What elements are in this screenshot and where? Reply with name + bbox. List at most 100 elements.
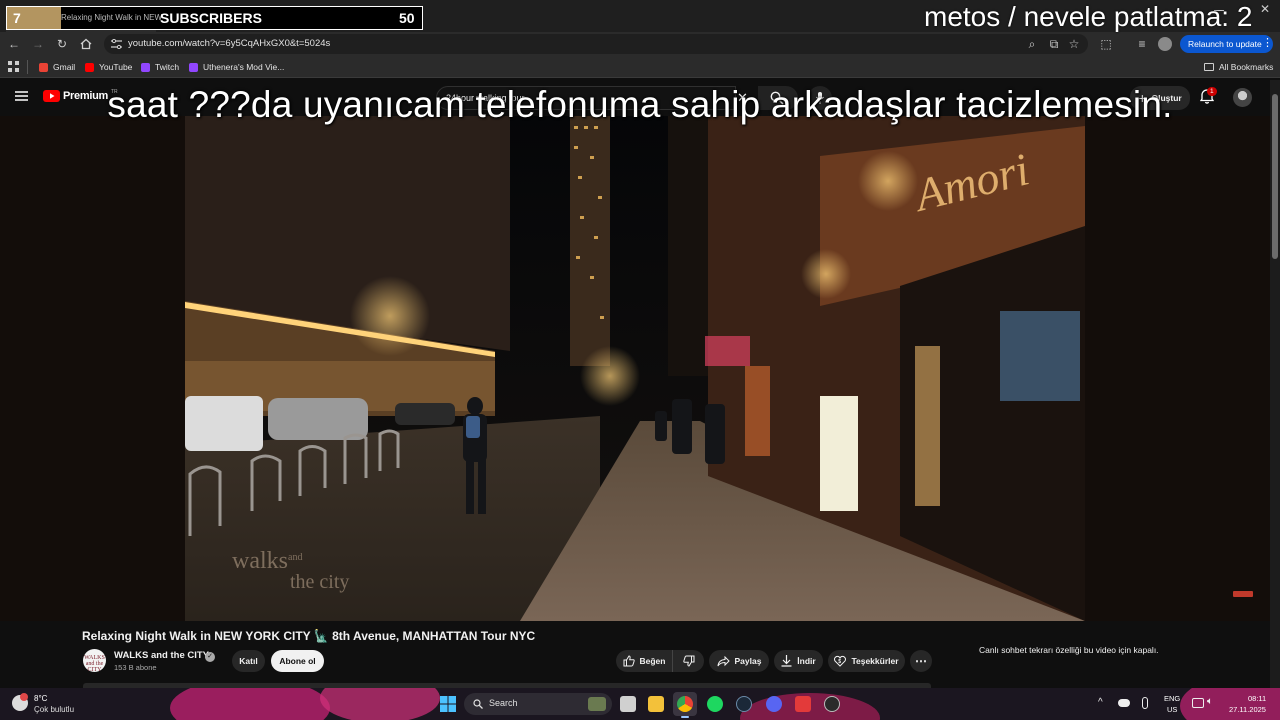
windows-start-icon[interactable] [440, 696, 456, 712]
media-controls-icon[interactable]: ≡ [1134, 36, 1150, 52]
extensions-icon[interactable]: ⬚ [1098, 36, 1114, 52]
like-label: Beğen [639, 656, 666, 666]
weather-alert-badge [20, 693, 28, 701]
onedrive-icon[interactable] [1118, 699, 1130, 707]
stream-overlay-message: saat ???da uyanıcam telefonuma sahip ark… [107, 84, 1173, 125]
search-label: Search [489, 698, 518, 708]
forward-icon[interactable]: → [30, 36, 46, 52]
bookmark-twitch[interactable]: Twitch [141, 60, 179, 74]
home-icon[interactable] [78, 36, 94, 52]
tray-overflow-icon[interactable]: ^ [1098, 697, 1103, 708]
svg-text:$: $ [839, 659, 842, 665]
subscribe-button[interactable]: Abone ol [271, 650, 324, 672]
channel-name[interactable]: WALKS and the CITY [114, 650, 209, 661]
twitch-icon [141, 62, 150, 72]
taskbar-search[interactable]: Search [464, 693, 612, 715]
channel-avatar[interactable]: WALKS and the CITY [83, 649, 106, 673]
address-bar[interactable]: youtube.com/watch?v=6y5CqAHxGX0&t=5024s … [104, 34, 1088, 54]
join-button[interactable]: Katıl [232, 650, 265, 672]
subscribe-label: Abone ol [279, 656, 316, 666]
subscriber-label: SUBSCRIBERS [160, 10, 262, 26]
share-label: Paylaş [734, 656, 762, 666]
url-text: youtube.com/watch?v=6y5CqAHxGX0&t=5024s [128, 38, 331, 49]
share-button[interactable]: Paylaş [709, 650, 769, 672]
obs-icon[interactable] [824, 696, 840, 712]
subscriber-count: 7 [13, 10, 21, 26]
svg-text:the city: the city [290, 571, 349, 593]
discord-icon[interactable] [766, 696, 782, 712]
language-top[interactable]: ENG [1164, 694, 1180, 703]
weather-temp: 8°C [34, 694, 48, 703]
relaunch-button[interactable]: Relaunch to update [1180, 35, 1273, 53]
file-explorer-icon[interactable] [648, 696, 664, 712]
download-icon [781, 655, 792, 667]
network-icon[interactable] [1192, 698, 1204, 708]
clock-date[interactable]: 27.11.2025 [1229, 705, 1266, 714]
spotify-icon[interactable] [707, 696, 723, 712]
share-icon [717, 655, 730, 666]
bookmark-youtube[interactable]: YouTube [85, 60, 132, 74]
thanks-label: Teşekkürler [851, 656, 899, 666]
video-frame: walksand the city Amori [0, 116, 1270, 621]
video-title: Relaxing Night Walk in NEW YORK CITY 🗽 8… [82, 629, 536, 643]
subscriber-goal-widget: 7 Relaxing Night Walk in NEW SUBSCRIBERS… [6, 6, 423, 30]
search-icon [473, 699, 483, 709]
thumbs-down-icon [682, 655, 694, 667]
weather-desc: Çok bulutlu [34, 705, 75, 714]
more-actions-icon[interactable]: ⋯ [910, 650, 932, 672]
like-button[interactable]: Beğen [616, 650, 672, 672]
channel-subscriber-count: 153 B abone [114, 663, 157, 672]
close-window-icon[interactable]: ✕ [1260, 2, 1270, 16]
channel-avatar-text: WALKS and the CITY [84, 655, 105, 673]
all-bookmarks-label: All Bookmarks [1219, 62, 1274, 72]
bookmarks-bar: Gmail YouTube Twitch Uthenera's Mod Vie.… [0, 56, 1280, 78]
live-chat-badge[interactable] [1233, 590, 1253, 598]
app-red-icon[interactable] [795, 696, 811, 712]
task-view-icon[interactable] [620, 696, 636, 712]
bookmark-gmail[interactable]: Gmail [39, 60, 75, 74]
volume-icon[interactable]: 🔈︎ [1207, 696, 1213, 707]
bookmark-label: Uthenera's Mod Vie... [203, 62, 285, 72]
dislike-button[interactable] [672, 650, 704, 672]
microphone-tray-icon[interactable] [1142, 697, 1148, 709]
menu-kebab-icon[interactable]: ⋮ [1262, 36, 1273, 49]
all-bookmarks[interactable]: All Bookmarks [1204, 60, 1273, 74]
video-player[interactable]: walksand the city Amori [0, 116, 1270, 621]
back-icon[interactable]: ← [6, 36, 22, 52]
youtube-icon [85, 62, 94, 72]
active-app-indicator [681, 716, 689, 718]
download-button[interactable]: İndir [774, 650, 823, 672]
join-label: Katıl [239, 656, 258, 666]
subscriber-goal: 50 [399, 10, 415, 26]
bookmark-label: Twitch [155, 62, 180, 72]
twitch-icon [189, 62, 198, 72]
clock-time[interactable]: 08:11 [1248, 694, 1266, 703]
folder-icon [1204, 63, 1214, 71]
reload-icon[interactable]: ↻ [54, 36, 70, 52]
bookmark-star-icon[interactable]: ☆ [1066, 36, 1082, 52]
subscriber-widget-tab-title: Relaxing Night Walk in NEW [61, 13, 163, 22]
profile-avatar[interactable] [1158, 37, 1172, 51]
site-info-icon[interactable] [111, 39, 122, 49]
thanks-button[interactable]: $ Teşekkürler [828, 650, 905, 672]
bookmarks-divider [27, 60, 28, 74]
bookmark-label: Gmail [53, 62, 76, 72]
verified-icon: ✓ [205, 652, 215, 662]
live-chat-disabled-notice: Canlı sohbet tekrarı özelliği bu video i… [979, 645, 1159, 655]
apps-grid-icon[interactable] [8, 61, 19, 72]
bookmark-mod-viewer[interactable]: Uthenera's Mod Vie... [189, 60, 284, 74]
download-label: İndir [797, 656, 816, 666]
super-thanks-icon: $ [834, 655, 847, 667]
browser-toolbar: ← → ↻ youtube.com/watch?v=6y5CqAHxGX0&t=… [0, 32, 1280, 56]
install-app-icon[interactable]: ⧉ [1046, 36, 1062, 52]
bookmark-label: YouTube [99, 62, 133, 72]
page-scrollbar[interactable] [1270, 80, 1280, 690]
gmail-icon [39, 62, 48, 72]
language-bottom[interactable]: US [1167, 705, 1177, 714]
zoom-icon[interactable]: ⌕ [1024, 36, 1040, 52]
video-details: Relaxing Night Walk in NEW YORK CITY 🗽 8… [0, 621, 1270, 688]
stream-counter-text: metos / nevele patlatma: 2 [924, 1, 1253, 32]
steam-icon[interactable] [736, 696, 752, 712]
search-highlight-icon [588, 697, 606, 711]
chrome-icon[interactable] [677, 696, 693, 712]
